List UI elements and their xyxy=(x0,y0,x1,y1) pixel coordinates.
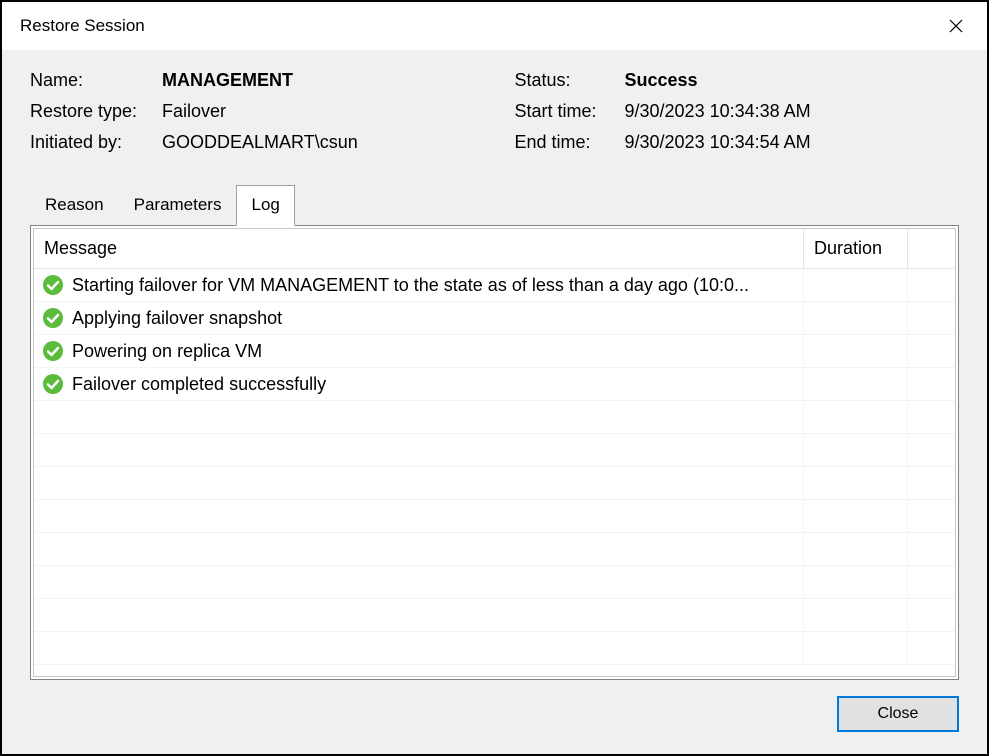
end-time-row: End time: 9/30/2023 10:34:54 AM xyxy=(515,132,960,153)
table-body: Starting failover for VM MANAGEMENT to t… xyxy=(34,269,955,676)
cell-spacer xyxy=(908,302,955,334)
initiated-by-row: Initiated by: GOODDEALMART\csun xyxy=(30,132,475,153)
log-table-wrap: Message Duration Starting failover for V… xyxy=(30,225,959,680)
name-label: Name: xyxy=(30,70,162,91)
table-row[interactable]: Powering on replica VM xyxy=(34,335,955,368)
cell-spacer xyxy=(908,632,955,664)
table-row xyxy=(34,599,955,632)
tab-strip: Reason Parameters Log xyxy=(30,185,959,225)
cell-message xyxy=(34,434,804,466)
summary-grid: Name: MANAGEMENT Restore type: Failover … xyxy=(30,70,959,163)
message-text: Starting failover for VM MANAGEMENT to t… xyxy=(72,275,749,296)
cell-duration xyxy=(804,500,908,532)
col-header-message[interactable]: Message xyxy=(34,229,804,268)
success-icon xyxy=(42,340,64,362)
status-value: Success xyxy=(625,70,698,91)
restore-type-label: Restore type: xyxy=(30,101,162,122)
tab-reason[interactable]: Reason xyxy=(30,185,119,225)
cell-spacer xyxy=(908,269,955,301)
cell-spacer xyxy=(908,533,955,565)
cell-message: Powering on replica VM xyxy=(34,335,804,367)
cell-duration xyxy=(804,632,908,664)
restore-type-row: Restore type: Failover xyxy=(30,101,475,122)
name-row: Name: MANAGEMENT xyxy=(30,70,475,91)
cell-spacer xyxy=(908,599,955,631)
table-row[interactable]: Starting failover for VM MANAGEMENT to t… xyxy=(34,269,955,302)
window-title: Restore Session xyxy=(20,16,145,36)
initiated-by-value: GOODDEALMART\csun xyxy=(162,132,358,153)
summary-right-col: Status: Success Start time: 9/30/2023 10… xyxy=(515,70,960,163)
titlebar: Restore Session xyxy=(2,2,987,50)
table-row xyxy=(34,632,955,665)
start-time-row: Start time: 9/30/2023 10:34:38 AM xyxy=(515,101,960,122)
footer: Close xyxy=(30,680,959,732)
cell-message xyxy=(34,599,804,631)
end-time-label: End time: xyxy=(515,132,625,153)
cell-duration xyxy=(804,335,908,367)
restore-type-value: Failover xyxy=(162,101,226,122)
table-header: Message Duration xyxy=(34,229,955,269)
cell-duration xyxy=(804,269,908,301)
cell-message xyxy=(34,467,804,499)
summary-left-col: Name: MANAGEMENT Restore type: Failover … xyxy=(30,70,475,163)
start-time-value: 9/30/2023 10:34:38 AM xyxy=(625,101,811,122)
cell-message xyxy=(34,632,804,664)
success-icon xyxy=(42,274,64,296)
cell-duration xyxy=(804,533,908,565)
col-header-duration[interactable]: Duration xyxy=(804,229,908,268)
cell-spacer xyxy=(908,500,955,532)
cell-duration xyxy=(804,434,908,466)
cell-duration xyxy=(804,302,908,334)
cell-message xyxy=(34,401,804,433)
message-text: Powering on replica VM xyxy=(72,341,262,362)
end-time-value: 9/30/2023 10:34:54 AM xyxy=(625,132,811,153)
cell-duration xyxy=(804,401,908,433)
start-time-label: Start time: xyxy=(515,101,625,122)
name-value: MANAGEMENT xyxy=(162,70,293,91)
initiated-by-label: Initiated by: xyxy=(30,132,162,153)
table-row xyxy=(34,566,955,599)
col-header-spacer xyxy=(908,229,955,268)
log-table: Message Duration Starting failover for V… xyxy=(33,228,956,677)
table-row xyxy=(34,467,955,500)
close-icon xyxy=(949,19,963,33)
cell-message: Applying failover snapshot xyxy=(34,302,804,334)
cell-message xyxy=(34,533,804,565)
status-label: Status: xyxy=(515,70,625,91)
cell-duration xyxy=(804,599,908,631)
cell-spacer xyxy=(908,401,955,433)
cell-duration xyxy=(804,467,908,499)
table-row[interactable]: Applying failover snapshot xyxy=(34,302,955,335)
table-row xyxy=(34,401,955,434)
cell-message xyxy=(34,500,804,532)
content-area: Name: MANAGEMENT Restore type: Failover … xyxy=(2,50,987,754)
table-row xyxy=(34,500,955,533)
tab-log[interactable]: Log xyxy=(236,185,294,226)
cell-message: Starting failover for VM MANAGEMENT to t… xyxy=(34,269,804,301)
cell-spacer xyxy=(908,434,955,466)
tab-parameters[interactable]: Parameters xyxy=(119,185,237,225)
cell-message: Failover completed successfully xyxy=(34,368,804,400)
status-row: Status: Success xyxy=(515,70,960,91)
success-icon xyxy=(42,307,64,329)
close-button[interactable]: Close xyxy=(837,696,959,732)
cell-duration xyxy=(804,368,908,400)
cell-spacer xyxy=(908,566,955,598)
cell-spacer xyxy=(908,368,955,400)
cell-duration xyxy=(804,566,908,598)
cell-spacer xyxy=(908,335,955,367)
message-text: Failover completed successfully xyxy=(72,374,326,395)
cell-message xyxy=(34,566,804,598)
message-text: Applying failover snapshot xyxy=(72,308,282,329)
window-close-button[interactable] xyxy=(933,10,979,42)
table-row[interactable]: Failover completed successfully xyxy=(34,368,955,401)
success-icon xyxy=(42,373,64,395)
cell-spacer xyxy=(908,467,955,499)
table-row xyxy=(34,434,955,467)
table-row xyxy=(34,533,955,566)
